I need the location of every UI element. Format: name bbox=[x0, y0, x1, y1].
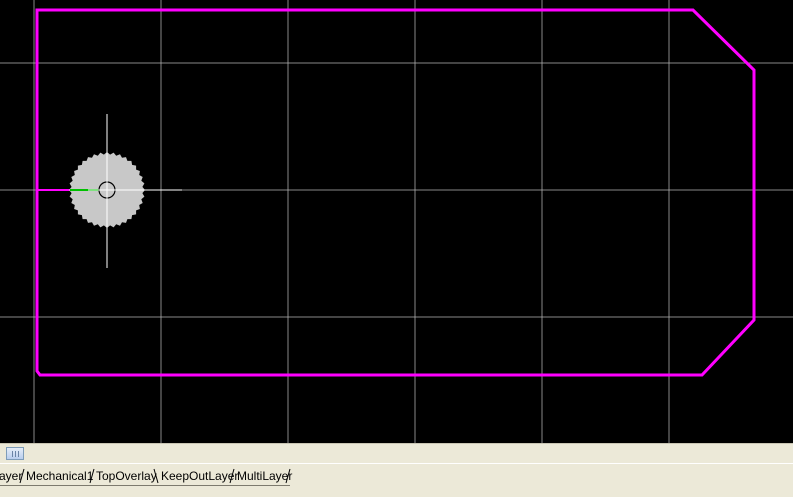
layer-tab-bar: ayer Mechanical1 TopOverlay KeepOutLayer… bbox=[0, 463, 793, 497]
pcb-canvas[interactable] bbox=[0, 0, 793, 443]
tab-keepout-layer[interactable]: KeepOutLayer bbox=[160, 468, 240, 485]
tab-separator-icon bbox=[229, 468, 235, 484]
tab-bar-baseline bbox=[0, 485, 290, 486]
tab-separator-icon bbox=[153, 468, 159, 484]
pad[interactable] bbox=[69, 114, 182, 268]
board-outline bbox=[35, 8, 756, 377]
tab-mechanical1[interactable]: Mechanical1 bbox=[25, 468, 94, 484]
scroll-thumb-grip-icon[interactable] bbox=[6, 447, 24, 460]
pcb-drawing bbox=[0, 0, 793, 443]
horizontal-scrollbar[interactable] bbox=[0, 443, 793, 463]
tab-top-overlay[interactable]: TopOverlay bbox=[95, 468, 158, 484]
tab-separator-icon bbox=[285, 468, 291, 484]
